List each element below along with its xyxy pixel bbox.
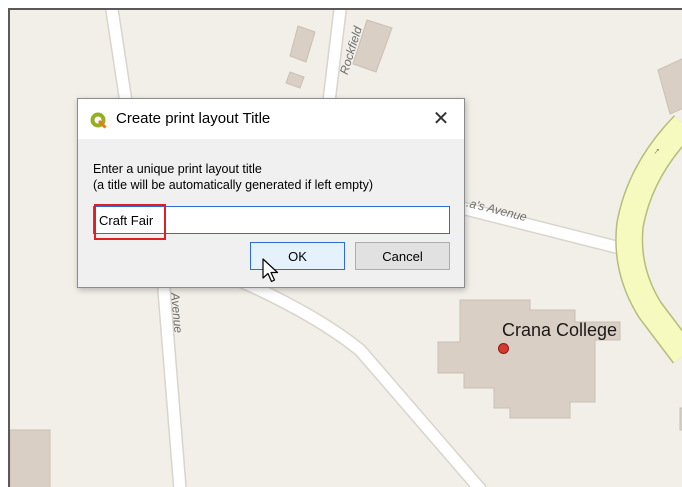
mouse-pointer-icon (262, 258, 279, 283)
prompt-line-1: Enter a unique print layout title (93, 162, 262, 176)
prompt-line-2: (a title will be automatically generated… (93, 178, 373, 192)
place-label-crana-college: Crana College (502, 320, 618, 340)
layout-title-input[interactable] (93, 206, 450, 234)
dialog-title: Create print layout Title (116, 110, 271, 127)
qgis-logo-icon (90, 112, 107, 129)
poi-marker[interactable] (498, 343, 509, 354)
cancel-button[interactable]: Cancel (355, 242, 450, 270)
close-icon[interactable]: ✕ (426, 105, 456, 133)
dialog-titlebar[interactable]: Create print layout Title ✕ (78, 99, 464, 139)
dialog-prompt: Enter a unique print layout title (a tit… (93, 161, 373, 193)
